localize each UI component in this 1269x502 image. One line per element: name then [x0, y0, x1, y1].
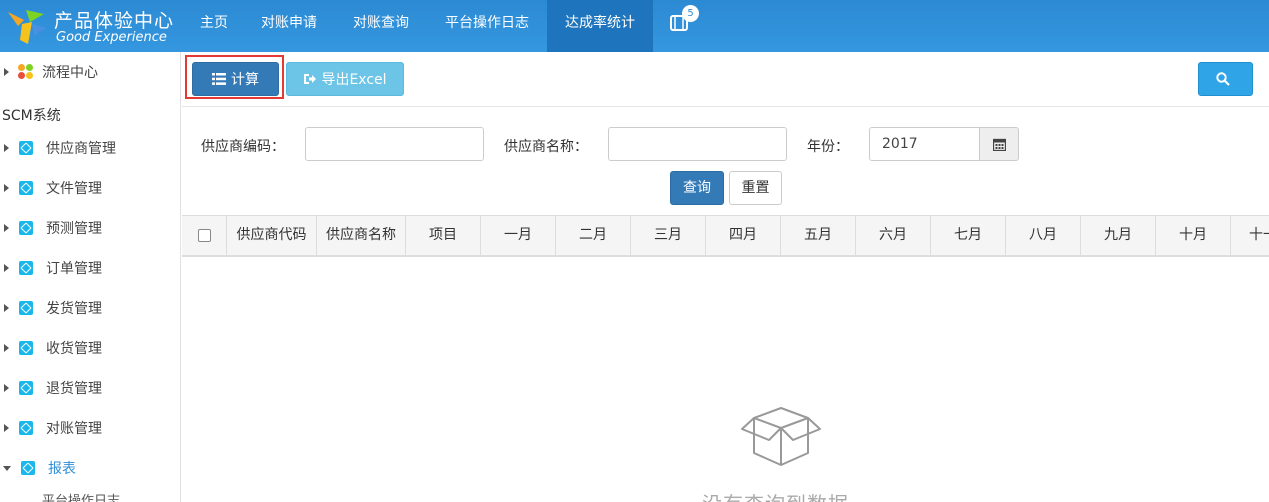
- sidebar-item-reports[interactable]: 报表: [0, 448, 180, 488]
- supplier-name-input[interactable]: [608, 127, 787, 161]
- nav-home[interactable]: 主页: [185, 0, 243, 52]
- query-button[interactable]: 查询: [670, 171, 724, 205]
- sidebar-section-title: SCM系统: [2, 108, 61, 124]
- notification-badge: 5: [682, 5, 699, 22]
- sidebar-item-returns[interactable]: 退货管理: [0, 368, 180, 408]
- cube-icon: [19, 141, 33, 155]
- sidebar-item-label: 供应商管理: [46, 141, 116, 157]
- cube-icon: [21, 461, 35, 475]
- col-feb[interactable]: 二月: [556, 216, 631, 255]
- col-aug[interactable]: 八月: [1006, 216, 1081, 255]
- year-label: 年份：: [807, 139, 849, 155]
- caret-right-icon: [4, 384, 9, 392]
- cube-icon: [19, 261, 33, 275]
- select-all-checkbox[interactable]: [197, 229, 211, 242]
- caret-right-icon: [4, 68, 9, 76]
- sidebar-item-label: 流程中心: [42, 65, 98, 81]
- sidebar-item-orders[interactable]: 订单管理: [0, 248, 180, 288]
- sidebar-item-label: 预测管理: [46, 221, 102, 237]
- sidebar-item-receiving[interactable]: 收货管理: [0, 328, 180, 368]
- calculate-button-label: 计算: [231, 72, 259, 88]
- toolbar: 计算 导出Excel: [182, 52, 1269, 107]
- cube-icon: [19, 301, 33, 315]
- supplier-name-label: 供应商名称：: [504, 139, 588, 155]
- export-excel-button-label: 导出Excel: [321, 72, 387, 88]
- logo-subtitle: Good Experience: [56, 30, 167, 45]
- col-jul[interactable]: 七月: [931, 216, 1006, 255]
- cube-icon: [19, 381, 33, 395]
- col-sep[interactable]: 九月: [1081, 216, 1156, 255]
- nav-reconcile-apply[interactable]: 对账申请: [243, 0, 335, 52]
- col-oct[interactable]: 十月: [1156, 216, 1231, 255]
- top-nav: 主页 对账申请 对账查询 平台操作日志 达成率统计 5: [185, 0, 703, 52]
- calendar-icon: [992, 138, 1006, 151]
- caret-right-icon: [4, 344, 9, 352]
- notification-button[interactable]: 5: [653, 0, 703, 52]
- calendar-button[interactable]: [979, 127, 1019, 161]
- export-excel-button[interactable]: 导出Excel: [286, 62, 404, 96]
- export-icon: [304, 74, 317, 84]
- table-header: 供应商代码 供应商名称 项目 一月 二月 三月 四月 五月 六月 七月 八月 九…: [182, 215, 1269, 257]
- col-supplier-code[interactable]: 供应商代码: [227, 216, 317, 255]
- search-button[interactable]: [1198, 62, 1253, 96]
- caret-down-icon: [3, 465, 11, 471]
- empty-state-text: 没有查询到数据: [702, 488, 849, 502]
- caret-right-icon: [4, 184, 9, 192]
- sidebar-item-label: 收货管理: [46, 341, 102, 357]
- col-nov[interactable]: 十一月: [1231, 216, 1269, 255]
- cube-icon: [19, 221, 33, 235]
- top-bar: 产品体验中心 Good Experience 主页 对账申请 对账查询 平台操作…: [0, 0, 1269, 52]
- col-may[interactable]: 五月: [781, 216, 856, 255]
- year-input[interactable]: [869, 127, 980, 161]
- sidebar-item-forecast[interactable]: 预测管理: [0, 208, 180, 248]
- nav-reconcile-query[interactable]: 对账查询: [335, 0, 427, 52]
- sidebar-item-label: 发货管理: [46, 301, 102, 317]
- nav-operation-log[interactable]: 平台操作日志: [427, 0, 547, 52]
- sidebar-item-label: 订单管理: [46, 261, 102, 277]
- sidebar-item-label: 文件管理: [46, 181, 102, 197]
- cube-icon: [19, 181, 33, 195]
- sidebar-item-label: 报表: [48, 461, 76, 477]
- col-apr[interactable]: 四月: [706, 216, 781, 255]
- sidebar-item-supplier[interactable]: 供应商管理: [0, 128, 180, 168]
- sidebar-item-label: 退货管理: [46, 381, 102, 397]
- supplier-code-input[interactable]: [305, 127, 484, 161]
- supplier-code-label: 供应商编码：: [201, 139, 285, 155]
- col-item[interactable]: 项目: [406, 216, 481, 255]
- sidebar-item-shipping[interactable]: 发货管理: [0, 288, 180, 328]
- apps-icon: [18, 64, 34, 80]
- sidebar-item-reconcile[interactable]: 对账管理: [0, 408, 180, 448]
- caret-right-icon: [4, 304, 9, 312]
- caret-right-icon: [4, 144, 9, 152]
- sidebar-item-flow-center[interactable]: 流程中心: [0, 52, 180, 92]
- sidebar-item-files[interactable]: 文件管理: [0, 168, 180, 208]
- sidebar: 流程中心 SCM系统 供应商管理 文件管理 预测管理 订单管理 发货管理 收货管…: [0, 52, 181, 502]
- col-supplier-name[interactable]: 供应商名称: [317, 216, 406, 255]
- sidebar-subitem-operation-log[interactable]: 平台操作日志: [0, 488, 180, 502]
- col-mar[interactable]: 三月: [631, 216, 706, 255]
- logo-icon: [8, 10, 46, 44]
- calculate-button[interactable]: 计算: [192, 62, 279, 96]
- empty-box-icon: [741, 407, 821, 466]
- cube-icon: [19, 421, 33, 435]
- caret-right-icon: [4, 224, 9, 232]
- caret-right-icon: [4, 424, 9, 432]
- list-icon: [212, 73, 226, 85]
- logo[interactable]: 产品体验中心 Good Experience: [0, 0, 185, 52]
- col-jun[interactable]: 六月: [856, 216, 931, 255]
- logo-title: 产品体验中心: [54, 10, 175, 32]
- caret-right-icon: [4, 264, 9, 272]
- select-all-checkbox-cell: [182, 216, 227, 255]
- col-jan[interactable]: 一月: [481, 216, 556, 255]
- cube-icon: [19, 341, 33, 355]
- nav-achievement-stats[interactable]: 达成率统计: [547, 0, 653, 52]
- reset-button[interactable]: 重置: [729, 171, 782, 205]
- sidebar-item-label: 对账管理: [46, 421, 102, 437]
- search-icon: [1216, 72, 1230, 86]
